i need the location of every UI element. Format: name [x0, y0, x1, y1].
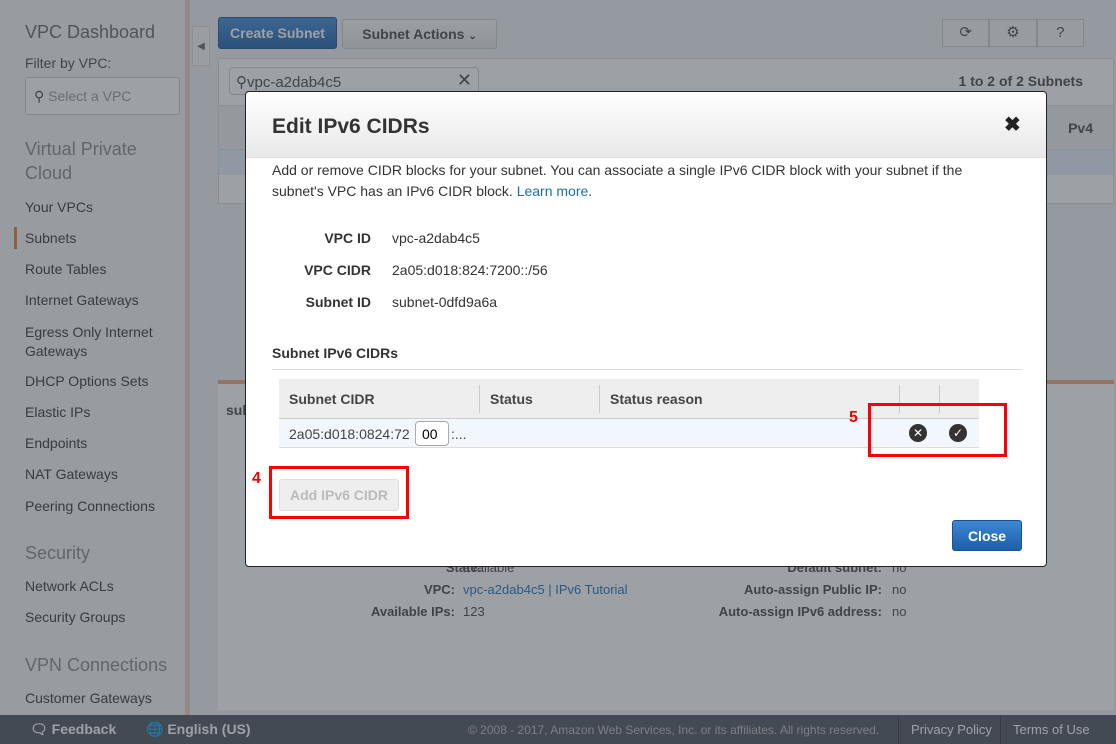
- cidr-suffix-input[interactable]: [415, 421, 449, 446]
- subnet-id-value: subnet-0dfd9a6a: [392, 294, 498, 310]
- section-title: Subnet IPv6 CIDRs: [272, 345, 399, 361]
- modal-title: Edit IPv6 CIDRs: [272, 115, 430, 138]
- vpc-cidr-value: 2a05:d018:824:7200::/56: [392, 262, 548, 278]
- divider: [272, 369, 1022, 370]
- annotation-label-4: 4: [252, 470, 261, 487]
- annotation-box-4: [269, 466, 409, 519]
- modal-description: Add or remove CIDR blocks for your subne…: [272, 162, 963, 199]
- learn-more-link[interactable]: Learn more: [517, 183, 589, 199]
- close-button[interactable]: Close: [952, 520, 1022, 551]
- annotation-label-5: 5: [849, 409, 858, 426]
- annotation-box-5: [868, 403, 1007, 457]
- close-icon[interactable]: ✖: [1004, 112, 1021, 137]
- modal-header: Edit IPv6 CIDRs ✖: [246, 92, 1046, 158]
- vpc-id-value: vpc-a2dab4c5: [392, 230, 480, 246]
